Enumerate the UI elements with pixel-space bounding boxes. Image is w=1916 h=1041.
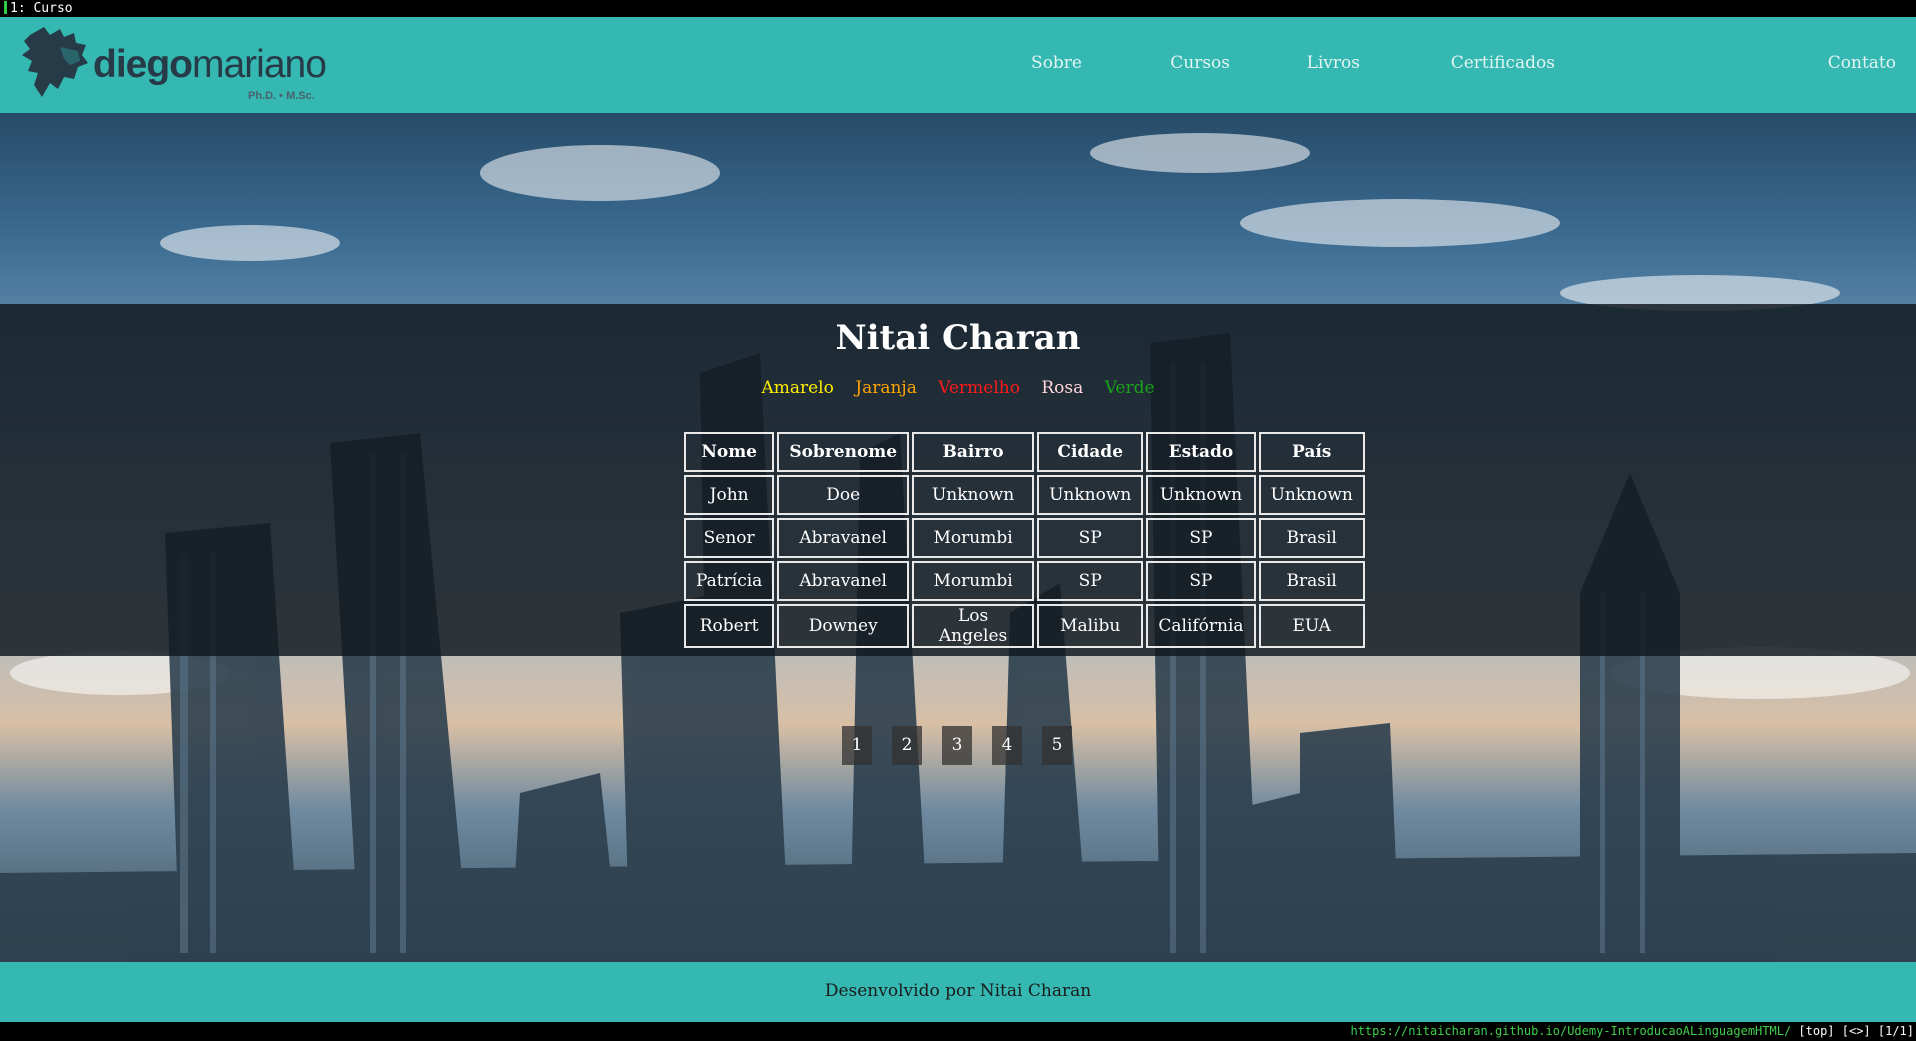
table-cell: SP (1037, 561, 1144, 601)
page-title: Nitai Charan (835, 318, 1081, 358)
page-button-2[interactable]: 2 (892, 726, 922, 765)
table-cell: Brasil (1258, 518, 1365, 558)
column-header: Estado (1146, 432, 1256, 472)
browser-status-bar: https://nitaicharan.github.io/Udemy-Intr… (0, 1022, 1916, 1041)
table-cell: Morumbi (912, 518, 1035, 558)
table-row: Senor Abravanel Morumbi SP SP Brasil (684, 518, 1365, 558)
table-cell: SP (1146, 561, 1256, 601)
table-cell: Morumbi (912, 561, 1035, 601)
color-label-amarelo: Amarelo (761, 378, 834, 398)
column-header: País (1258, 432, 1365, 472)
table-cell: EUA (1258, 604, 1365, 648)
table-cell: Unknown (1146, 475, 1256, 515)
column-header: Nome (684, 432, 775, 472)
brand-name-bold: diego (93, 43, 193, 86)
nav-link-contato[interactable]: Contato (1828, 53, 1896, 73)
table-cell: Patrícia (684, 561, 775, 601)
terminal-title-bar: 1: Curso (0, 0, 1916, 17)
table-row: Robert Downey Los Angeles Malibu Califór… (684, 604, 1365, 648)
page-button-3[interactable]: 3 (942, 726, 972, 765)
table-cell: Doe (777, 475, 910, 515)
table-cell: Senor (684, 518, 775, 558)
color-label-jaranja: Jaranja (855, 378, 917, 398)
table-cell: Downey (777, 604, 910, 648)
column-header: Bairro (912, 432, 1035, 472)
table-cell: Unknown (1258, 475, 1365, 515)
table-cell: Abravanel (777, 561, 910, 601)
color-list: Amarelo Jaranja Vermelho Rosa Verde (0, 378, 1916, 398)
table-cell: Unknown (1037, 475, 1144, 515)
page-button-1[interactable]: 1 (842, 726, 872, 765)
people-table: Nome Sobrenome Bairro Cidade Estado País… (681, 429, 1368, 651)
color-label-vermelho: Vermelho (938, 378, 1020, 398)
status-url: https://nitaicharan.github.io/Udemy-Intr… (1350, 1024, 1792, 1038)
table-cell: Califórnia (1146, 604, 1256, 648)
site-header: diegomariano Ph.D. • M.Sc. Sobre Cursos … (0, 17, 1916, 113)
status-info: [top] [<>] [1/1] (1798, 1024, 1914, 1038)
color-label-rosa: Rosa (1041, 378, 1084, 398)
column-header: Sobrenome (777, 432, 910, 472)
site-logo[interactable]: diegomariano Ph.D. • M.Sc. (20, 27, 340, 109)
table-cell: Abravanel (777, 518, 910, 558)
table-row: Patrícia Abravanel Morumbi SP SP Brasil (684, 561, 1365, 601)
table-cell: SP (1037, 518, 1144, 558)
page-button-4[interactable]: 4 (992, 726, 1022, 765)
brand-subtitle: Ph.D. • M.Sc. (248, 90, 315, 102)
table-cell: Los Angeles (912, 604, 1035, 648)
table-cell: John (684, 475, 775, 515)
footer-text: Desenvolvido por Nitai Charan (824, 981, 1092, 1001)
nav-link-cursos[interactable]: Cursos (1170, 53, 1230, 73)
site-footer: Desenvolvido por Nitai Charan (0, 962, 1916, 1022)
nav-link-certificados[interactable]: Certificados (1451, 53, 1555, 73)
table-cell: Robert (684, 604, 775, 648)
table-row: John Doe Unknown Unknown Unknown Unknown (684, 475, 1365, 515)
table-header-row: Nome Sobrenome Bairro Cidade Estado País (684, 432, 1365, 472)
table-cell: Brasil (1258, 561, 1365, 601)
table-cell: Unknown (912, 475, 1035, 515)
table-cell: SP (1146, 518, 1256, 558)
lion-logo-icon (22, 27, 88, 97)
table-cell: Malibu (1037, 604, 1144, 648)
brand-name: diegomariano (93, 43, 327, 86)
color-label-verde: Verde (1104, 378, 1155, 398)
column-header: Cidade (1037, 432, 1144, 472)
brand-name-regular: mariano (192, 43, 327, 86)
nav-link-sobre[interactable]: Sobre (1031, 53, 1082, 73)
nav-link-livros[interactable]: Livros (1307, 53, 1360, 73)
page-button-5[interactable]: 5 (1042, 726, 1072, 765)
terminal-cursor-icon (4, 1, 7, 14)
terminal-title: 1: Curso (10, 1, 73, 16)
